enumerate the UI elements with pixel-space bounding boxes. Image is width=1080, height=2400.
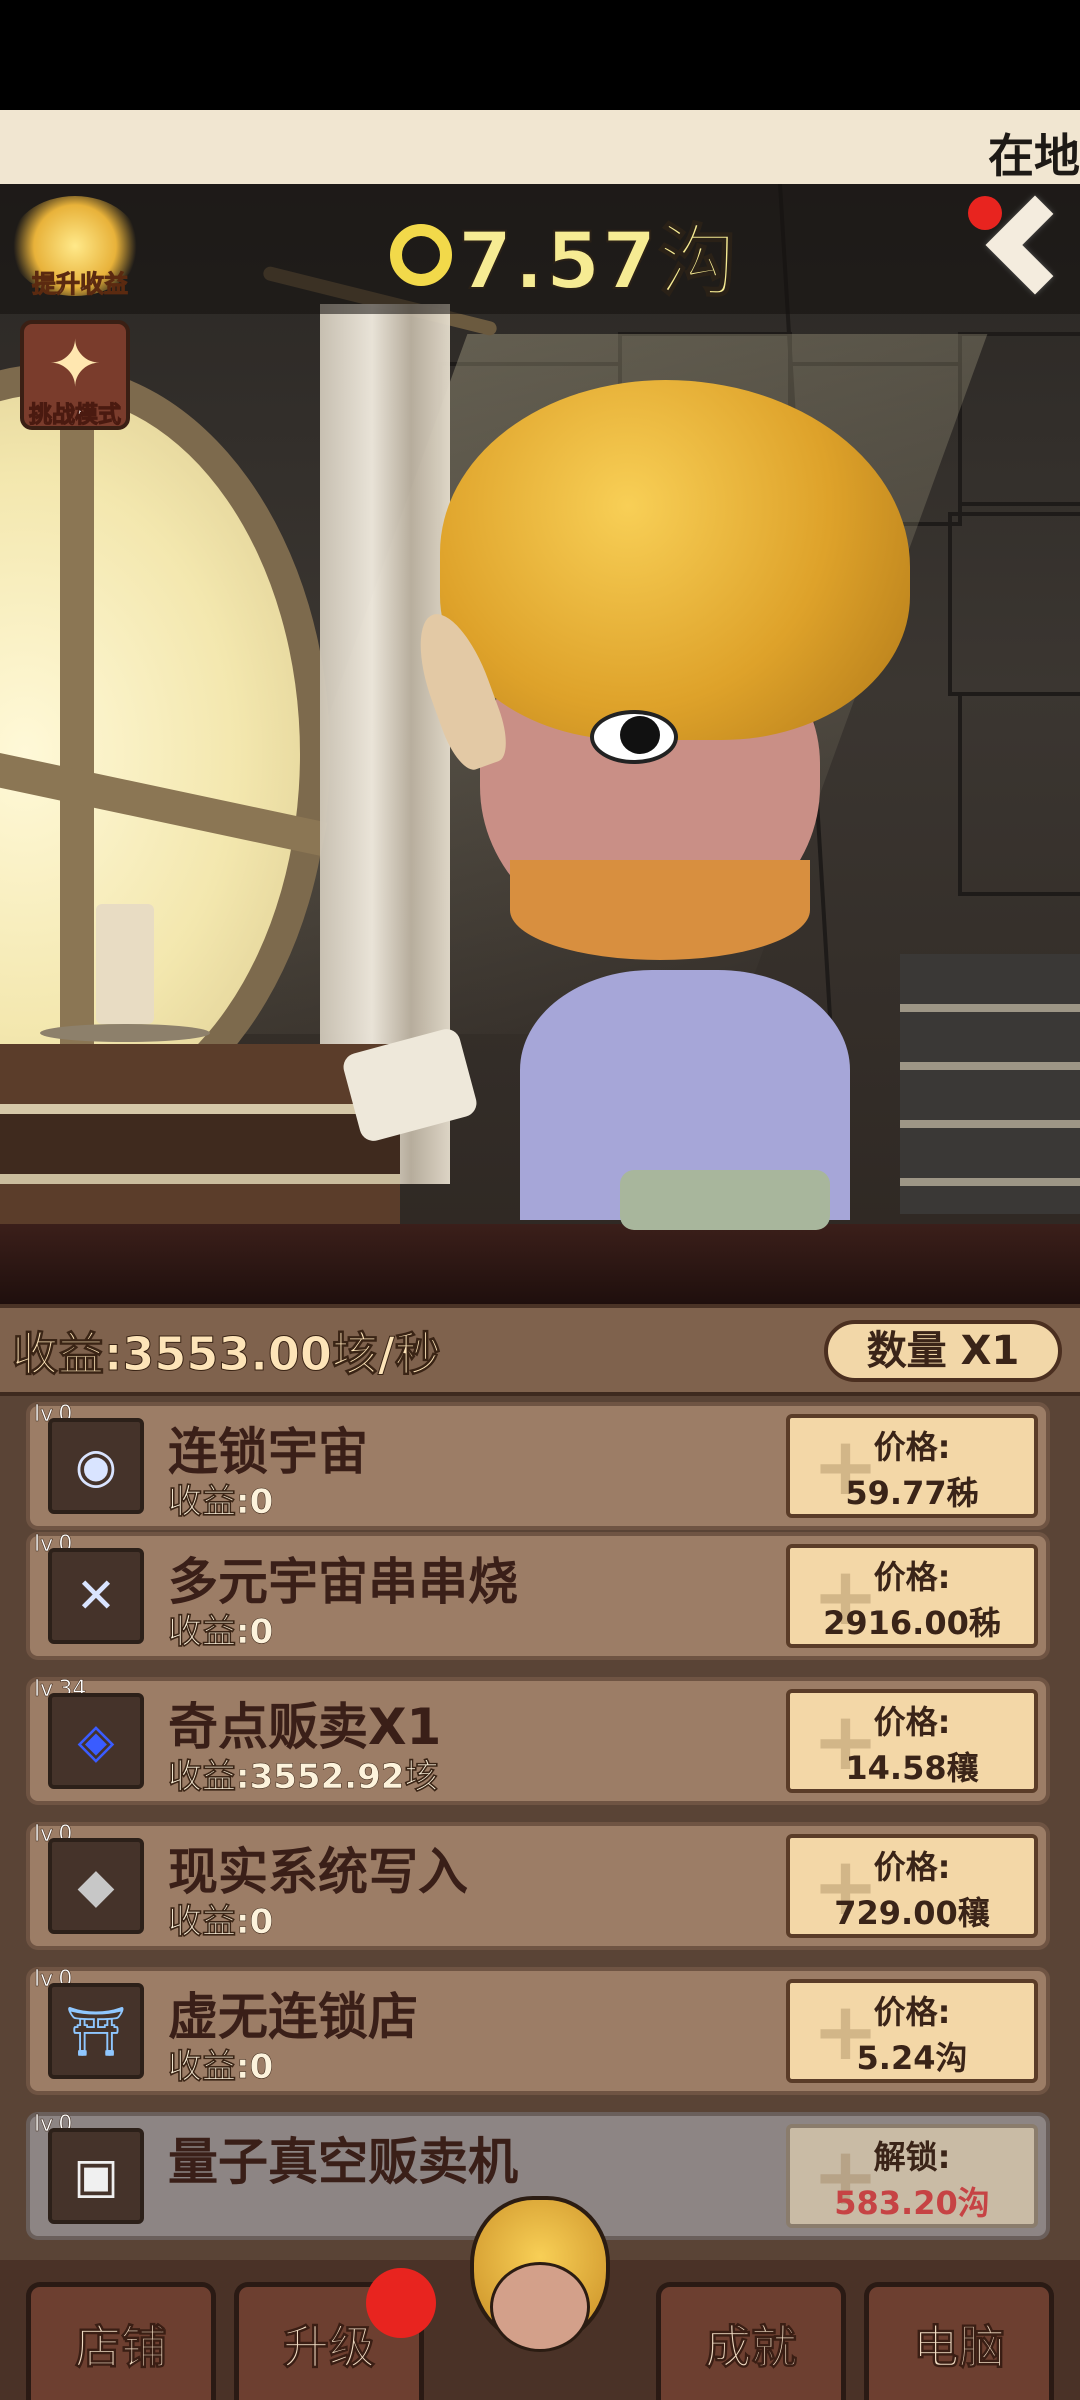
currency-value: 7.57沟 [457,216,739,308]
price-label: 价格: [873,1848,951,1886]
price-value: 729.00穰 [834,1894,990,1932]
tab-computer[interactable]: 电脑 [864,2282,1054,2400]
price-value: 14.58穰 [845,1749,979,1787]
quantity-button[interactable]: 数量 X1 [824,1320,1062,1382]
list-item[interactable]: lv.0 ⛩ 虚无连锁店 收益:0 + 价格: 5.24沟 [26,1967,1050,2095]
unlock-label: 解锁: [873,2138,951,2176]
unlock-button[interactable]: + 解锁: 583.20沟 [786,2124,1038,2228]
buy-button[interactable]: + 价格: 59.77秭 [786,1414,1038,1518]
calculator [620,1170,830,1230]
buy-button[interactable]: + 价格: 729.00穰 [786,1834,1038,1938]
notification-dot [366,2268,436,2338]
item-income: 收益:3552.92垓 [168,1757,439,1798]
character-beard [510,860,810,960]
void-shop-icon: ⛩ [48,1983,144,2079]
list-item[interactable]: lv.0 ✕ 多元宇宙串串烧 收益:0 + 价格: 2916.00秭 [26,1532,1050,1660]
tab-label: 成就 [705,2320,798,2375]
announcement-marquee: 在地 [0,110,1080,184]
income-rate: 收益:3553.00垓/秒 [12,1327,442,1382]
list-item[interactable]: lv.34 ◈ 奇点贩卖X1 收益:3552.92垓 + 价格: 14.58穰 [26,1677,1050,1805]
singularity-icon: ◈ [48,1693,144,1789]
marquee-text: 在地 [988,129,1080,183]
price-value: 59.77秭 [845,1474,979,1512]
desk [0,1224,1080,1304]
item-name: 量子真空贩卖机 [168,2133,518,2191]
book-stack-left [0,1044,400,1244]
tab-achievements[interactable]: 成就 [656,2282,846,2400]
quantum-vending-icon: ▣ [48,2128,144,2224]
buy-button[interactable]: + 价格: 14.58穰 [786,1689,1038,1793]
list-item[interactable]: lv.0 ◉ 连锁宇宙 收益:0 + 价格: 59.77秭 [26,1402,1050,1530]
status-area [0,0,1080,110]
candle [96,904,154,1024]
tab-label: 店铺 [75,2320,168,2375]
item-income: 收益:0 [168,1482,274,1523]
notification-dot [968,196,1002,230]
book-stack-right [900,954,1080,1214]
price-label: 价格: [873,1993,951,2031]
price-value: 5.24沟 [856,2039,968,2077]
buy-button[interactable]: + 价格: 2916.00秭 [786,1544,1038,1648]
coin-icon [390,224,452,286]
tab-shop[interactable]: 店铺 [26,2282,216,2400]
price-value: 2916.00秭 [823,1604,1001,1642]
candle-plate [40,1024,210,1042]
price-label: 价格: [873,1703,951,1741]
unlock-price: 583.20沟 [834,2184,990,2222]
cosmic-skewer-icon: ✕ [48,1548,144,1644]
item-income: 收益:0 [168,2047,274,2088]
currency-display: 7.57沟 [390,205,738,308]
item-income: 收益:0 [168,1612,274,1653]
price-label: 价格: [873,1428,951,1466]
tab-label: 电脑 [913,2320,1006,2375]
mascot-face [490,2262,590,2352]
price-label: 价格: [873,1558,951,1596]
boost-income-label: 提升收益 [32,270,129,299]
eye-galaxy-icon: ◉ [48,1418,144,1514]
reality-writer-icon: ◆ [48,1838,144,1934]
buy-button[interactable]: + 价格: 5.24沟 [786,1979,1038,2083]
item-income: 收益:0 [168,1902,274,1943]
challenge-mode-label: 挑战模式 [29,402,122,429]
character-pupil [620,716,660,754]
list-item[interactable]: lv.0 ◆ 现实系统写入 收益:0 + 价格: 729.00穰 [26,1822,1050,1950]
sparkle-icon: ✦ [48,328,102,402]
